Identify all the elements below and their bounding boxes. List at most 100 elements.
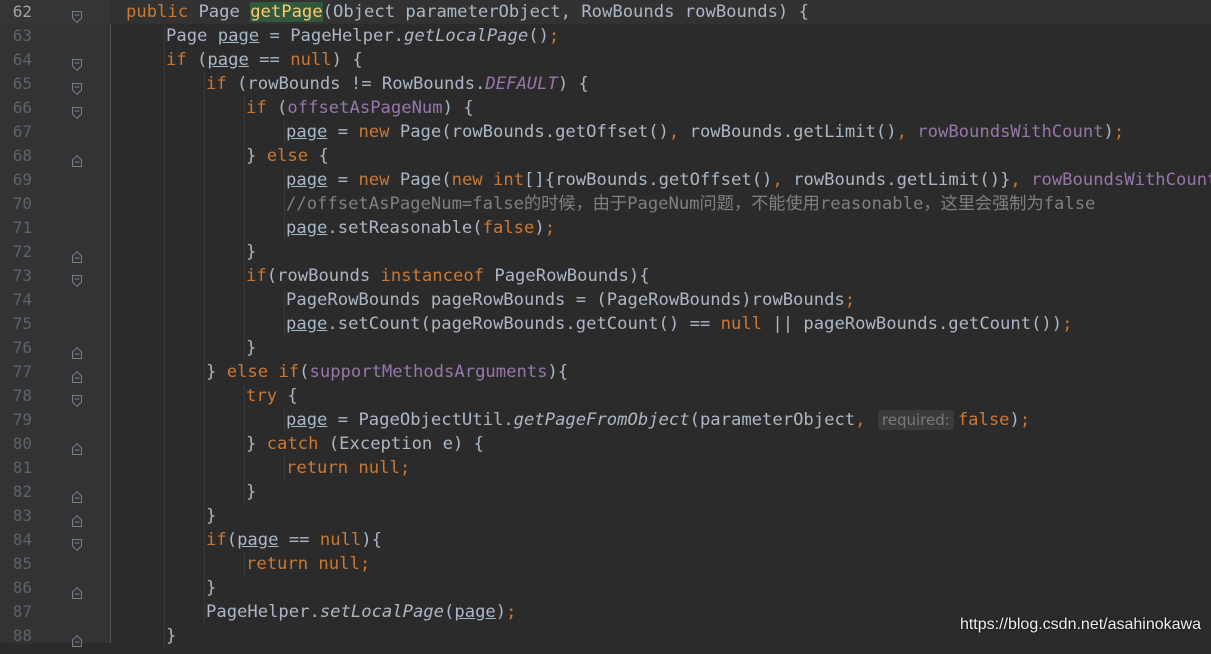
code-text[interactable]: } [246,336,256,360]
code-text[interactable]: if(rowBounds instanceof PageRowBounds){ [246,264,650,288]
fold-end-icon[interactable] [72,342,82,359]
fold-start-icon[interactable] [72,78,82,96]
code-token: = [327,122,359,142]
fold-end-icon[interactable] [72,438,82,455]
code-line[interactable]: 81 return null; [0,456,1211,480]
code-token: ) [1009,410,1020,430]
fold-end-icon[interactable] [72,150,82,167]
code-token: null [720,314,773,334]
code-text[interactable]: page = new Page(new int[]{rowBounds.getO… [286,168,1211,192]
code-line[interactable]: 73 if(rowBounds instanceof PageRowBounds)… [0,264,1211,288]
fold-end-icon[interactable] [72,486,82,503]
code-token: public [126,2,199,22]
fold-end-icon[interactable] [72,582,82,599]
code-text[interactable]: page = new Page(rowBounds.getOffset(), r… [286,120,1124,144]
code-token: } [246,242,257,262]
code-text[interactable]: if (rowBounds != RowBounds.DEFAULT) { [206,72,589,96]
indent-guide [244,336,245,360]
fold-start-icon[interactable] [72,54,82,72]
code-token: page [286,218,328,238]
code-line[interactable]: 69 page = new Page(new int[]{rowBounds.ge… [0,168,1211,192]
code-text[interactable]: } catch (Exception e) { [246,432,484,456]
code-text[interactable]: } [246,480,256,504]
code-line[interactable]: 75 page.setCount(pageRowBounds.getCount()… [0,312,1211,336]
fold-end-icon[interactable] [72,366,82,383]
fold-start-icon[interactable] [72,102,82,120]
code-line[interactable]: 78 try { [0,384,1211,408]
code-line[interactable]: 85 return null; [0,552,1211,576]
code-editor[interactable]: 62 public Page getPage(Object parameterOb… [0,0,1211,648]
code-token: ; [1113,122,1125,142]
code-text[interactable]: } [246,240,256,264]
code-text[interactable]: return null; [286,456,410,480]
indent-guide [284,168,285,192]
gutter-cell: 83 [0,504,110,528]
code-text[interactable]: if (offsetAsPageNum) { [246,96,474,120]
code-line[interactable]: 68} else { [0,144,1211,168]
code-token: null [319,530,362,550]
code-line[interactable]: 72} [0,240,1211,264]
code-line[interactable]: 77} else if(supportMethodsArguments){ [0,360,1211,384]
code-token: return null; [286,458,411,478]
fold-start-icon[interactable] [72,6,82,24]
code-text[interactable]: if(page == null){ [206,528,382,552]
code-line[interactable]: 80} catch (Exception e) { [0,432,1211,456]
code-text[interactable]: } [206,504,216,528]
code-line[interactable]: 66 if (offsetAsPageNum) { [0,96,1211,120]
code-text[interactable]: Page page = PageHelper.getLocalPage(); [166,24,559,48]
code-text[interactable]: return null; [246,552,370,576]
line-number: 69 [12,170,32,189]
code-text[interactable]: PageRowBounds pageRowBounds = (PageRowBo… [286,288,855,312]
indent-guide [204,528,205,552]
fold-end-icon[interactable] [72,246,82,263]
code-token: ( [277,98,288,118]
code-token: ; [548,26,560,46]
code-text[interactable]: page = PageObjectUtil.getPageFromObject(… [286,408,1030,432]
code-text[interactable]: public Page getPage(Object parameterObje… [126,0,809,24]
code-text[interactable]: page.setCount(pageRowBounds.getCount() =… [286,312,1072,336]
fold-end-icon[interactable] [72,630,82,647]
indent-guide [164,264,165,288]
code-token: } [246,338,257,358]
code-line[interactable]: 74 PageRowBounds pageRowBounds = (PageRow… [0,288,1211,312]
code-token: } [206,506,217,526]
code-line[interactable]: 63 Page page = PageHelper.getLocalPage(); [0,24,1211,48]
code-line[interactable]: 64 if (page == null) { [0,48,1211,72]
code-line[interactable]: 76} [0,336,1211,360]
fold-start-icon[interactable] [72,534,82,552]
code-text[interactable]: //offsetAsPageNum=false的时候，由于PageNum问题，不… [286,192,1095,216]
code-token: page [207,50,249,70]
code-text[interactable]: if (page == null) { [166,48,363,72]
code-line[interactable]: 86} [0,576,1211,600]
indent-guide [244,408,245,432]
indent-guide [204,240,205,264]
code-line[interactable]: 71 page.setReasonable(false); [0,216,1211,240]
code-line[interactable]: 67 page = new Page(rowBounds.getOffset(),… [0,120,1211,144]
code-text[interactable]: } else { [246,144,329,168]
line-number: 83 [12,506,32,525]
code-text[interactable]: } [166,624,176,648]
fold-end-icon[interactable] [72,510,82,527]
code-token: ) [534,218,545,238]
code-token: , [772,170,794,190]
code-text[interactable]: page.setReasonable(false); [286,216,555,240]
code-line[interactable]: 62 public Page getPage(Object parameterOb… [0,0,1211,24]
code-line[interactable]: 82} [0,480,1211,504]
fold-start-icon[interactable] [72,390,82,408]
indent-guide [204,216,205,240]
code-line[interactable]: 84 if(page == null){ [0,528,1211,552]
code-text[interactable]: } [206,576,216,600]
code-token: if [246,266,267,286]
code-text[interactable]: } else if(supportMethodsArguments){ [206,360,568,384]
gutter-cell: 66 [0,96,110,120]
code-token: ) { [557,74,589,94]
code-text[interactable]: try { [246,384,298,408]
code-text[interactable]: PageHelper.setLocalPage(page); [206,600,517,624]
gutter-cell: 75 [0,312,110,336]
code-line[interactable]: 65 if (rowBounds != RowBounds.DEFAULT) { [0,72,1211,96]
code-line[interactable]: 79 page = PageObjectUtil.getPageFromObjec… [0,408,1211,432]
indent-guide [204,144,205,168]
code-line[interactable]: 70 //offsetAsPageNum=false的时候，由于PageNum问题… [0,192,1211,216]
code-line[interactable]: 83} [0,504,1211,528]
fold-start-icon[interactable] [72,270,82,288]
